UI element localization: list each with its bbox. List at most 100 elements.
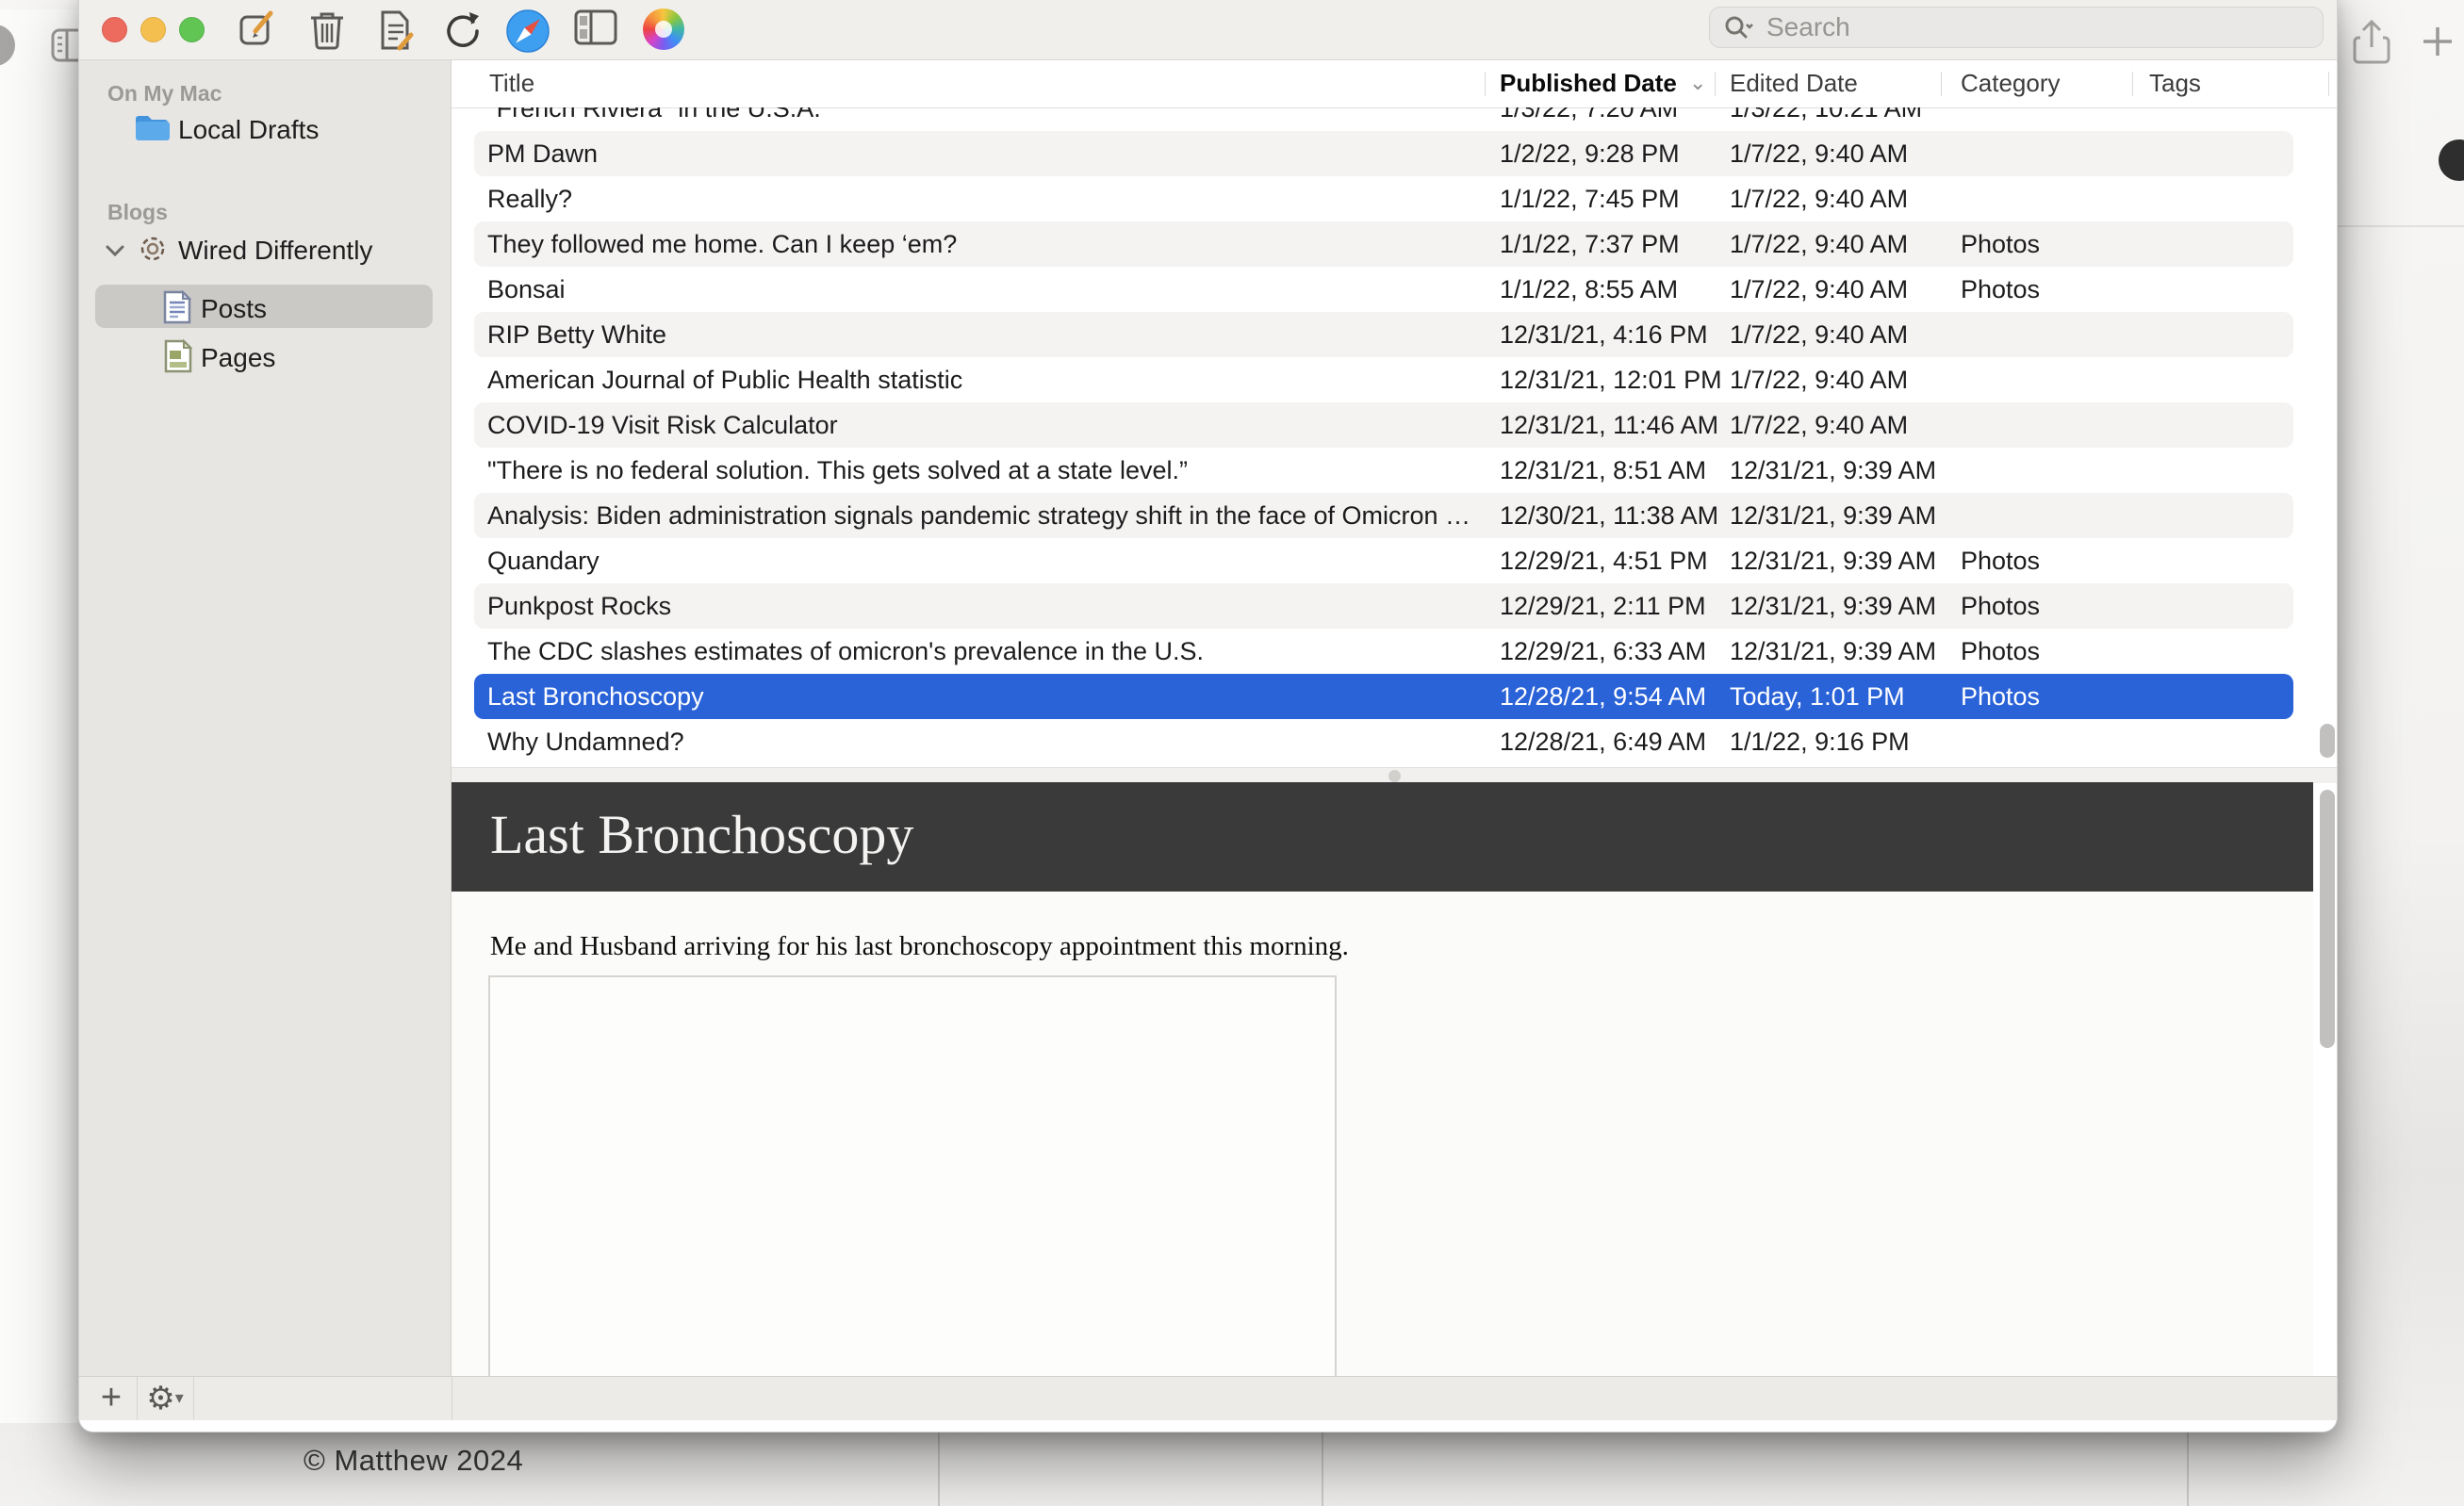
row-title-cell: Last Bronchoscopy (487, 674, 704, 719)
folder-icon (134, 113, 170, 143)
minimize-button[interactable] (140, 17, 166, 42)
table-row[interactable]: Bonsai1/1/22, 8:55 AM1/7/22, 9:40 AMPhot… (474, 267, 2293, 312)
search-icon (1723, 14, 1755, 41)
sidebar-item-local-drafts[interactable]: Local Drafts (178, 115, 319, 145)
row-title-cell: Really? (487, 176, 572, 221)
row-published-cell: 12/28/21, 6:49 AM (1500, 719, 1706, 764)
dark-mode-toggle-circle (2439, 139, 2464, 181)
trash-icon[interactable] (307, 8, 349, 50)
table-row[interactable]: Last Bronchoscopy12/28/21, 9:54 AMToday,… (474, 674, 2293, 719)
table-row[interactable]: Really? 1/1/22, 7:45 PM 1/7/22, 9:40 AM (474, 176, 2293, 221)
row-published-cell: 1/1/22, 7:37 PM (1500, 221, 1680, 267)
table-row[interactable]: Quandary12/29/21, 4:51 PM12/31/21, 9:39 … (474, 538, 2293, 583)
panels-icon[interactable] (573, 8, 615, 50)
row-edited-cell: 1/7/22, 9:40 AM (1730, 176, 1908, 221)
column-header-category[interactable]: Category (1961, 60, 2061, 106)
row-category-cell: Photos (1961, 538, 2040, 583)
row-edited-cell: 1/7/22, 9:40 AM (1730, 312, 1908, 357)
row-published-cell: 12/30/21, 11:38 AM (1500, 493, 1718, 538)
table-row[interactable]: "There is no federal solution. This gets… (474, 448, 2293, 493)
sidebar-item-pages[interactable]: Pages (201, 343, 275, 373)
row-edited-cell: 1/7/22, 9:40 AM (1730, 267, 1908, 312)
row-category-cell: Photos (1961, 674, 2040, 719)
background-divider (2336, 225, 2464, 227)
row-edited-cell: 12/31/21, 9:39 AM (1730, 629, 1936, 674)
row-published-cell: 12/31/21, 8:51 AM (1500, 448, 1706, 493)
row-edited-cell: 1/7/22, 9:40 AM (1730, 402, 1908, 448)
column-header-published[interactable]: Published Date (1500, 60, 1677, 106)
row-title-cell: Analysis: Biden administration signals p… (487, 493, 1477, 538)
row-edited-cell: 1/1/22, 9:16 PM (1730, 719, 1910, 764)
table-scrollbar[interactable] (2320, 724, 2335, 758)
search-field[interactable] (1709, 7, 2324, 48)
row-edited-cell: 12/31/21, 9:39 AM (1730, 583, 1936, 629)
table-row[interactable]: Punkpost Rocks12/29/21, 2:11 PM12/31/21,… (474, 583, 2293, 629)
row-title-cell: COVID-19 Visit Risk Calculator (487, 402, 838, 448)
row-edited-cell: Today, 1:01 PM (1730, 674, 1905, 719)
posts-icon (162, 290, 192, 324)
preview-post-title: Last Bronchoscopy (490, 782, 913, 888)
table-row[interactable]: American Journal of Public Health statis… (474, 357, 2293, 402)
row-title-cell: They followed me home. Can I keep ‘em? (487, 221, 957, 267)
row-published-cell: 12/29/21, 6:33 AM (1500, 629, 1706, 674)
preview-image-placeholder (488, 975, 1337, 1390)
table-row[interactable]: PM Dawn1/2/22, 9:28 PM1/7/22, 9:40 AM (474, 131, 2293, 176)
sidebar-item-blog[interactable]: Wired Differently (178, 236, 372, 266)
sidebar-item-posts[interactable]: Posts (201, 294, 267, 324)
preview-header: Last Bronchoscopy (452, 782, 2313, 892)
sidebar-section-on-my-mac: On My Mac (107, 81, 222, 106)
close-button[interactable] (102, 17, 127, 42)
row-title-cell: RIP Betty White (487, 312, 666, 357)
row-edited-cell: 12/31/21, 9:39 AM (1730, 538, 1936, 583)
splitter-handle-icon (1388, 770, 1401, 782)
column-header-tags[interactable]: Tags (2149, 60, 2201, 106)
edit-document-icon[interactable] (375, 8, 417, 50)
refresh-icon[interactable] (441, 8, 483, 50)
sidebar: On My Mac Local Drafts Blogs Wired Diffe… (79, 60, 452, 1376)
table-row[interactable]: COVID-19 Visit Risk Calculator12/31/21, … (474, 402, 2293, 448)
page-copyright: © Matthew 2024 (304, 1444, 523, 1478)
table-row[interactable]: The CDC slashes estimates of omicron's p… (474, 629, 2293, 674)
column-header-title[interactable]: Title (489, 60, 534, 106)
photos-icon[interactable] (643, 8, 684, 50)
row-category-cell: Photos (1961, 267, 2040, 312)
add-button[interactable]: + (87, 1377, 136, 1420)
compose-icon[interactable] (237, 8, 278, 50)
row-edited-cell: 1/7/22, 9:40 AM (1730, 357, 1908, 402)
row-title-cell: Bonsai (487, 267, 566, 312)
sort-indicator-icon: ⌄ (1689, 60, 1706, 106)
background-column-line (1322, 1429, 1323, 1506)
desktop: { "search": { "placeholder": "Search" },… (0, 0, 2464, 1506)
safari-icon[interactable] (505, 8, 547, 50)
pages-icon (163, 339, 193, 373)
row-published-cell: 1/1/22, 7:45 PM (1500, 176, 1680, 221)
column-header-edited[interactable]: Edited Date (1730, 60, 1858, 106)
table-row[interactable]: RIP Betty White 12/31/21, 4:16 PM 1/7/22, … (474, 312, 2293, 357)
preview-scrollbar[interactable] (2320, 790, 2335, 1048)
row-category-cell: Photos (1961, 583, 2040, 629)
row-title-cell: PM Dawn (487, 131, 598, 176)
row-category-cell: Photos (1961, 221, 2040, 267)
row-published-cell: 12/31/21, 4:16 PM (1500, 312, 1708, 357)
row-category-cell: Photos (1961, 629, 2040, 674)
blog-favicon (138, 234, 168, 264)
row-title-cell: The CDC slashes estimates of omicron's p… (487, 629, 1204, 674)
post-list: "French Riviera" in the U.S.A.1/3/22, 7:… (452, 107, 2338, 767)
table-row[interactable]: "French Riviera" in the U.S.A.1/3/22, 7:… (474, 107, 2293, 131)
background-column-line (938, 1429, 940, 1506)
row-edited-cell: 1/7/22, 9:40 AM (1730, 221, 1908, 267)
row-title-cell: Punkpost Rocks (487, 583, 671, 629)
table-row[interactable]: Why Undamned?12/28/21, 6:49 AM1/1/22, 9:… (474, 719, 2293, 764)
action-gear-button[interactable]: ⚙▾ (138, 1377, 192, 1420)
search-input[interactable] (1765, 11, 2259, 43)
table-row[interactable]: They followed me home. Can I keep ‘em? 1/… (474, 221, 2293, 267)
window-titlebar (79, 0, 2337, 60)
window-bottom-bar: + ⚙▾ (79, 1376, 2338, 1420)
chevron-down-icon[interactable] (104, 242, 126, 259)
table-row[interactable]: Analysis: Biden administration signals p… (474, 493, 2293, 538)
new-tab-plus-icon (2421, 25, 2455, 58)
pane-splitter[interactable] (452, 767, 2338, 783)
table-header: Title Published Date ⌄ Edited Date Categ… (452, 60, 2338, 108)
table-rows: "French Riviera" in the U.S.A.1/3/22, 7:… (452, 107, 2338, 764)
zoom-button[interactable] (179, 17, 205, 42)
